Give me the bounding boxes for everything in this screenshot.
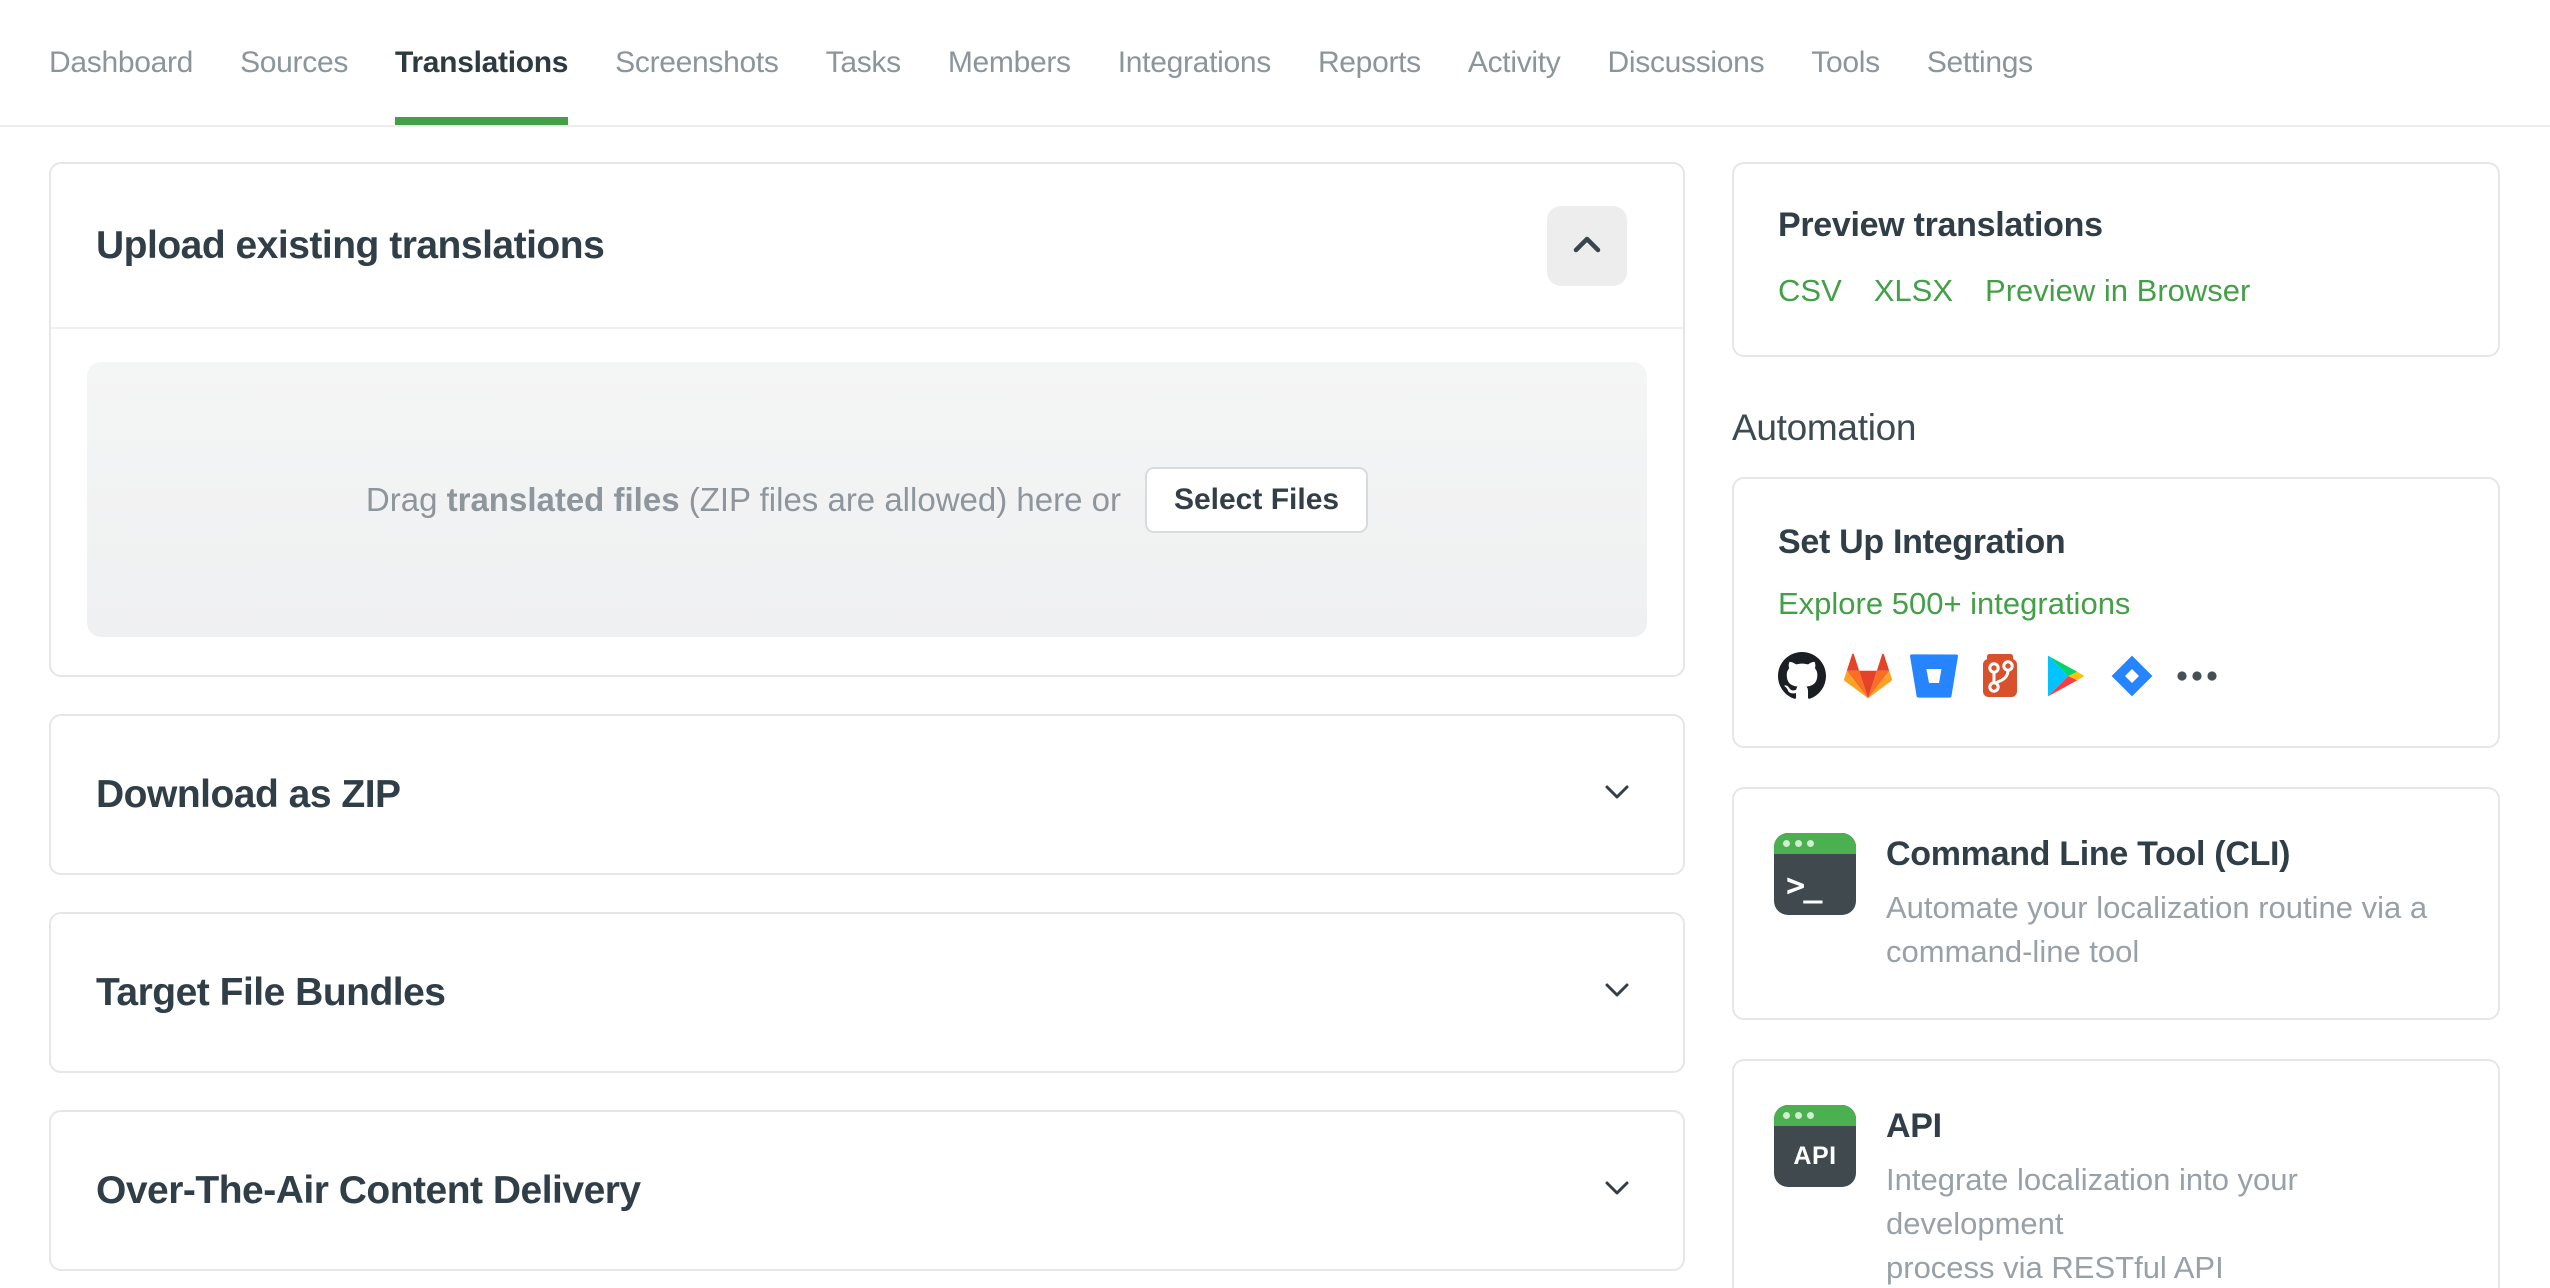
upload-panel-header: Upload existing translations	[51, 164, 1683, 329]
tab-tools[interactable]: Tools	[1811, 0, 1880, 125]
upload-translations-panel: Upload existing translations Drag transl…	[49, 162, 1685, 677]
ota-content-delivery-title: Over-The-Air Content Delivery	[96, 1168, 641, 1212]
tab-settings[interactable]: Settings	[1927, 0, 2033, 125]
top-navigation: Dashboard Sources Translations Screensho…	[0, 0, 2550, 127]
tab-discussions[interactable]: Discussions	[1608, 0, 1765, 125]
tab-dashboard[interactable]: Dashboard	[49, 0, 193, 125]
api-card[interactable]: API API Integrate localization into your…	[1732, 1059, 2500, 1288]
tab-translations[interactable]: Translations	[395, 0, 568, 125]
set-up-integration-title: Set Up Integration	[1778, 523, 2066, 561]
google-play-icon[interactable]	[2042, 652, 2090, 700]
preview-links: CSV XLSX Preview in Browser	[1778, 273, 2454, 309]
preview-in-browser-link[interactable]: Preview in Browser	[1985, 273, 2250, 309]
select-files-button[interactable]: Select Files	[1144, 466, 1369, 533]
download-as-zip-title: Download as ZIP	[96, 772, 401, 816]
jira-icon[interactable]	[2108, 652, 2156, 700]
download-as-zip-panel[interactable]: Download as ZIP	[49, 714, 1685, 875]
automation-heading: Automation	[1732, 407, 1917, 448]
cli-card[interactable]: >_ Command Line Tool (CLI) Automate your…	[1732, 787, 2500, 1021]
api-card-title: API	[1886, 1107, 1942, 1146]
dropzone-text: Drag translated files (ZIP files are all…	[365, 480, 1121, 518]
explore-integrations-link[interactable]: Explore 500+ integrations	[1778, 586, 2130, 622]
cli-card-title: Command Line Tool (CLI)	[1886, 835, 2291, 873]
preview-translations-title: Preview translations	[1778, 206, 2103, 244]
bitbucket-icon[interactable]	[1910, 652, 1958, 700]
target-file-bundles-panel[interactable]: Target File Bundles	[49, 912, 1685, 1073]
api-icon: API	[1774, 1105, 1856, 1188]
github-icon[interactable]	[1778, 652, 1826, 700]
integration-icons-row	[1778, 652, 2454, 700]
more-integrations-icon[interactable]	[2174, 652, 2220, 700]
chevron-down-icon	[1603, 982, 1631, 1004]
tab-reports[interactable]: Reports	[1318, 0, 1421, 125]
api-card-description: Integrate localization into your develop…	[1886, 1162, 2298, 1286]
tab-activity[interactable]: Activity	[1468, 0, 1561, 125]
tab-members[interactable]: Members	[948, 0, 1071, 125]
tab-tasks[interactable]: Tasks	[826, 0, 901, 125]
xlsx-link[interactable]: XLSX	[1874, 273, 1953, 309]
tab-screenshots[interactable]: Screenshots	[615, 0, 779, 125]
chevron-down-icon	[1603, 784, 1631, 806]
upload-panel-title: Upload existing translations	[96, 223, 605, 267]
tab-sources[interactable]: Sources	[240, 0, 348, 125]
terminal-icon: >_	[1774, 833, 1856, 915]
gitlab-icon[interactable]	[1844, 652, 1892, 700]
file-dropzone[interactable]: Drag translated files (ZIP files are all…	[87, 362, 1647, 637]
collapse-panel-button[interactable]	[1547, 205, 1627, 286]
git-icon[interactable]	[1976, 652, 2024, 700]
csv-link[interactable]: CSV	[1778, 273, 1842, 309]
tab-integrations[interactable]: Integrations	[1118, 0, 1271, 125]
preview-translations-card: Preview translations CSV XLSX Preview in…	[1732, 162, 2500, 357]
set-up-integration-card: Set Up Integration Explore 500+ integrat…	[1732, 477, 2500, 748]
ota-content-delivery-panel[interactable]: Over-The-Air Content Delivery	[49, 1110, 1685, 1271]
cli-card-description: Automate your localization routine via a…	[1886, 890, 2428, 970]
target-file-bundles-title: Target File Bundles	[96, 970, 446, 1014]
chevron-up-icon	[1571, 235, 1603, 257]
chevron-down-icon	[1603, 1180, 1631, 1202]
